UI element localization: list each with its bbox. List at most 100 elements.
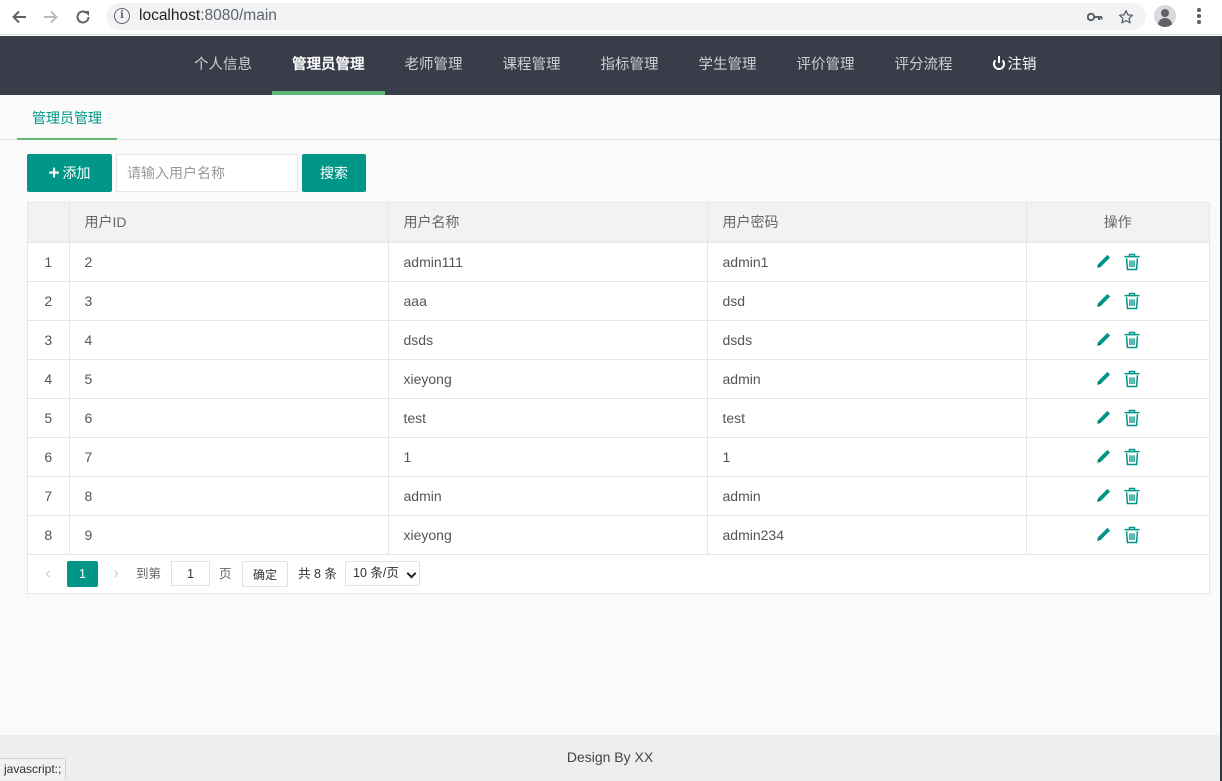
site-info-icon[interactable]: i <box>114 8 130 24</box>
forward-arrow-icon[interactable] <box>39 6 63 28</box>
edit-pencil-icon[interactable] <box>1094 486 1114 506</box>
browser-status-bar: javascript:; <box>0 758 67 780</box>
delete-trash-icon[interactable] <box>1122 447 1142 467</box>
edit-pencil-icon[interactable] <box>1094 525 1114 545</box>
reload-icon[interactable] <box>71 6 95 28</box>
goto-label: 到第 <box>136 567 162 581</box>
search-button[interactable]: 搜索 <box>302 154 366 192</box>
column-header-index <box>28 203 70 243</box>
prev-page-icon[interactable]: ‹ <box>38 561 58 587</box>
next-page-icon[interactable]: › <box>106 561 126 587</box>
column-header-user-id: 用户ID <box>69 203 389 243</box>
browser-menu-icon[interactable] <box>1190 6 1208 26</box>
page-size-value: 10 条/页 <box>353 566 399 580</box>
column-header-user-password: 用户密码 <box>707 203 1027 243</box>
edit-pencil-icon[interactable] <box>1094 252 1114 272</box>
edit-pencil-icon[interactable] <box>1094 408 1114 428</box>
nav-item-admin-management[interactable]: 管理员管理 <box>272 36 385 95</box>
row-index: 2 <box>28 281 70 321</box>
delete-trash-icon[interactable] <box>1122 252 1142 272</box>
user-password-cell: admin <box>707 476 1027 516</box>
row-index: 5 <box>28 398 70 438</box>
actions-cell <box>1026 320 1209 360</box>
edit-pencil-icon[interactable] <box>1094 291 1114 311</box>
actions-cell <box>1026 281 1209 321</box>
nav-item-profile[interactable]: 个人信息 <box>174 36 272 95</box>
edit-pencil-icon[interactable] <box>1094 330 1114 350</box>
delete-trash-icon[interactable] <box>1122 291 1142 311</box>
footer: Design By XX <box>0 735 1220 781</box>
table-row: 3 4 dsds dsds <box>28 320 1209 360</box>
row-index: 7 <box>28 476 70 516</box>
table-row: 4 5 xieyong admin <box>28 359 1209 399</box>
user-password-cell: dsd <box>707 281 1027 321</box>
delete-trash-icon[interactable] <box>1122 486 1142 506</box>
actions-cell <box>1026 242 1209 282</box>
user-password-cell: admin1 <box>707 242 1027 282</box>
user-name-cell: xieyong <box>388 359 708 399</box>
user-id-cell: 6 <box>69 398 389 438</box>
user-id-cell: 9 <box>69 515 389 555</box>
delete-trash-icon[interactable] <box>1122 330 1142 350</box>
column-header-user-name: 用户名称 <box>388 203 708 243</box>
actions-cell <box>1026 437 1209 477</box>
edit-pencil-icon[interactable] <box>1094 447 1114 467</box>
row-index: 4 <box>28 359 70 399</box>
user-name-cell: dsds <box>388 320 708 360</box>
user-password-cell: admin <box>707 359 1027 399</box>
nav-item-teacher-management[interactable]: 老师管理 <box>385 36 483 95</box>
row-index: 8 <box>28 515 70 555</box>
user-name-cell: admin111 <box>388 242 708 282</box>
user-id-cell: 3 <box>69 281 389 321</box>
goto-page-input[interactable] <box>171 561 210 586</box>
nav-item-scoring-process[interactable]: 评分流程 <box>875 36 973 95</box>
user-password-cell: dsds <box>707 320 1027 360</box>
delete-trash-icon[interactable] <box>1122 525 1142 545</box>
user-password-cell: test <box>707 398 1027 438</box>
main-content: 管理员管理 +添加 搜索 用户ID 用户名称 用户密码 操作 12admin11… <box>0 95 1220 735</box>
page-unit-label: 页 <box>219 567 232 581</box>
footer-text: Design By XX <box>566 749 654 765</box>
user-name-cell: 1 <box>388 437 708 477</box>
total-count: 共 8 条 <box>298 567 337 581</box>
logout-label: 注销 <box>1007 57 1037 73</box>
table-row: 7 8 admin admin <box>28 476 1209 516</box>
table-row: 8 9 xieyong admin234 <box>28 515 1209 555</box>
address-bar[interactable]: i localhost:8080/main <box>106 3 1146 30</box>
key-icon[interactable] <box>1086 9 1104 25</box>
table-header-row: 用户ID 用户名称 用户密码 操作 <box>28 203 1209 243</box>
user-password-cell: 1 <box>707 437 1027 477</box>
nav-item-course-management[interactable]: 课程管理 <box>483 36 581 95</box>
page-size-select[interactable]: 10 条/页 <box>345 561 420 586</box>
goto-confirm-button[interactable]: 确定 <box>242 561 288 587</box>
row-index: 1 <box>28 242 70 282</box>
nav-item-logout[interactable]: 注销 <box>973 36 1057 95</box>
search-input[interactable] <box>116 154 298 192</box>
delete-trash-icon[interactable] <box>1122 408 1142 428</box>
nav-item-student-management[interactable]: 学生管理 <box>679 36 777 95</box>
row-index: 6 <box>28 437 70 477</box>
user-id-cell: 5 <box>69 359 389 399</box>
edit-pencil-icon[interactable] <box>1094 369 1114 389</box>
add-button-label: 添加 <box>62 165 91 181</box>
table-row: 1 2 admin111 admin1 <box>28 242 1209 282</box>
bookmark-star-icon[interactable] <box>1117 9 1135 25</box>
nav-item-indicator-management[interactable]: 指标管理 <box>581 36 679 95</box>
url-text[interactable]: localhost:8080/main <box>139 7 277 25</box>
user-name-cell: xieyong <box>388 515 708 555</box>
user-name-cell: test <box>388 398 708 438</box>
table-row: 5 6 test test <box>28 398 1209 438</box>
actions-cell <box>1026 515 1209 555</box>
delete-trash-icon[interactable] <box>1122 369 1142 389</box>
back-arrow-icon[interactable] <box>7 6 31 28</box>
user-password-cell: admin234 <box>707 515 1027 555</box>
profile-avatar-icon[interactable] <box>1154 5 1176 27</box>
chevron-down-icon <box>406 568 417 579</box>
add-button[interactable]: + 添加 <box>27 154 112 192</box>
power-icon <box>992 56 1005 70</box>
page-button-current[interactable]: 1 <box>67 561 98 587</box>
top-navigation: 个人信息 管理员管理 老师管理 课程管理 指标管理 学生管理 评价管理 评分流程… <box>0 36 1220 95</box>
user-id-cell: 8 <box>69 476 389 516</box>
nav-item-evaluation-management[interactable]: 评价管理 <box>777 36 875 95</box>
tab-admin-management[interactable]: 管理员管理 <box>17 95 117 140</box>
